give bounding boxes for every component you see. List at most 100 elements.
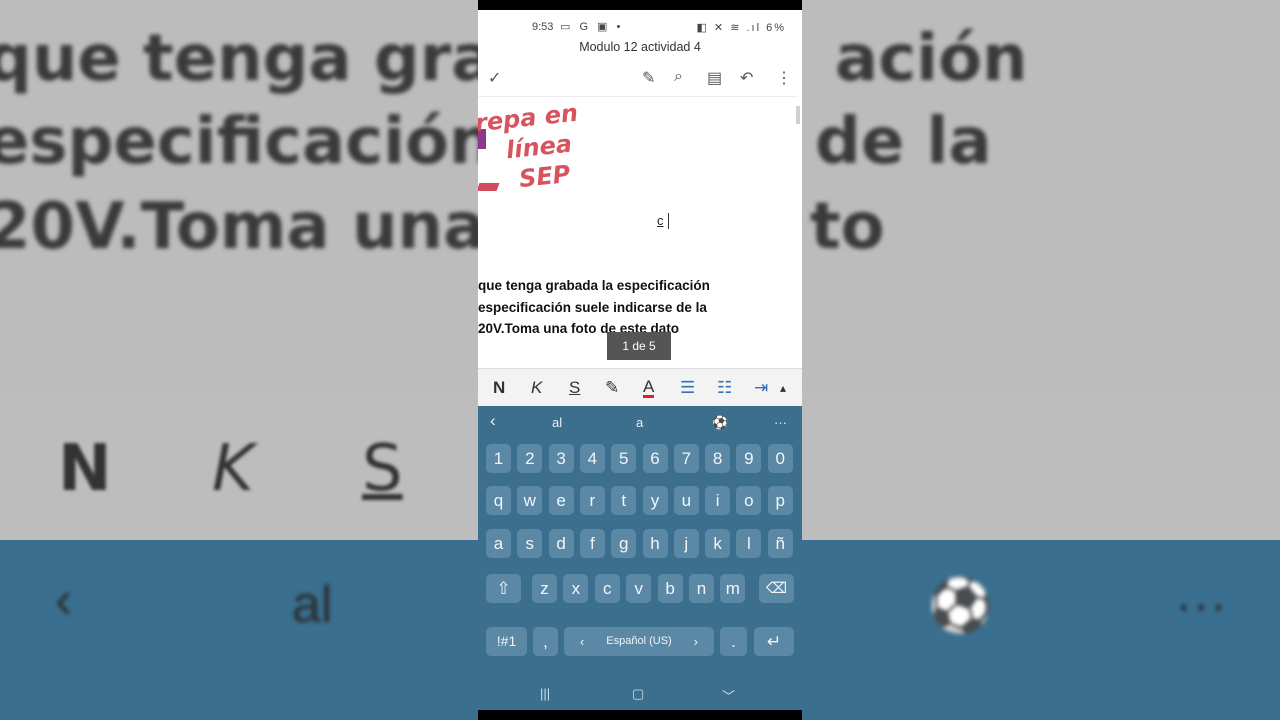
key-v[interactable]: v	[626, 574, 652, 603]
key-q[interactable]: q	[486, 486, 511, 515]
key-n[interactable]: n	[689, 574, 714, 603]
key-s[interactable]: s	[517, 529, 543, 558]
font-color-button[interactable]: A	[643, 378, 655, 398]
key-0[interactable]: 0	[767, 444, 793, 473]
key-z[interactable]: z	[532, 574, 557, 603]
bullets-icon[interactable]: ☰	[680, 378, 695, 398]
key-9[interactable]: 9	[736, 444, 762, 473]
status-right-icons: ◧ ✕ ≋ .ıl 6%	[696, 21, 786, 34]
battery-percent: 6%	[766, 22, 786, 34]
editor-toolbar: ✓ ✎ ⌕ ▤ ↶ ⋮	[478, 64, 802, 94]
key-8[interactable]: 8	[705, 444, 731, 473]
background-italic: K	[212, 432, 254, 506]
reader-icon[interactable]: ▤	[707, 68, 722, 88]
key-f[interactable]: f	[579, 529, 605, 558]
key-i[interactable]: i	[705, 486, 731, 515]
text-caret	[668, 213, 669, 229]
key-2[interactable]: 2	[517, 444, 543, 473]
key-o[interactable]: o	[736, 486, 762, 515]
document-title: Modulo 12 actividad 4	[579, 40, 701, 54]
key-m[interactable]: m	[720, 574, 746, 603]
search-icon[interactable]: ⌕	[674, 68, 683, 86]
phone-screen: 9:53 ▭ G ▣ • ◧ ✕ ≋ .ıl 6% Modulo 12 acti…	[478, 10, 802, 710]
highlight-icon[interactable]: ✎	[605, 378, 619, 398]
key-e[interactable]: e	[548, 486, 574, 515]
key-h[interactable]: h	[642, 529, 668, 558]
keyboard: ‹ al a ⚽ ··· 1234567890 qwertyuiop asdfg…	[478, 406, 802, 710]
key-3[interactable]: 3	[548, 444, 574, 473]
prepa-en-linea-logo: repa en línea SEP	[478, 98, 586, 199]
background-underline: S	[362, 432, 403, 506]
comma-key[interactable]: ,	[533, 627, 558, 656]
recents-icon[interactable]: |||	[540, 686, 550, 701]
key-1[interactable]: 1	[486, 444, 511, 473]
suggestion-a[interactable]: a	[636, 415, 643, 430]
key-ñ[interactable]: ñ	[767, 529, 793, 558]
vertical-scrollbar[interactable]	[796, 106, 800, 124]
back-icon[interactable]: ‹	[490, 411, 496, 431]
key-l[interactable]: l	[736, 529, 762, 558]
space-left-icon: ‹	[580, 634, 585, 649]
key-b[interactable]: b	[657, 574, 683, 603]
background-bold: N	[58, 432, 112, 506]
enter-key[interactable]: ↵	[754, 627, 794, 656]
key-w[interactable]: w	[517, 486, 543, 515]
typed-character: c	[657, 213, 664, 228]
more-icon[interactable]: ⋮	[776, 68, 792, 88]
status-left-icons: ▭ G ▣ •	[560, 21, 624, 33]
indent-icon[interactable]: ⇥	[754, 378, 768, 398]
background-text-fragment: to	[810, 190, 885, 264]
key-r[interactable]: r	[579, 486, 605, 515]
navigation-bar: ||| ▢ ﹀	[478, 680, 802, 710]
text-line: especificación suele indicarse de la	[478, 299, 707, 315]
background-emoji: ⚽	[928, 577, 993, 635]
bold-button[interactable]: N	[493, 378, 505, 398]
pen-icon[interactable]: ✎	[642, 68, 655, 88]
background-more: ···	[1175, 576, 1227, 634]
italic-button[interactable]: K	[531, 378, 542, 398]
key-u[interactable]: u	[673, 486, 699, 515]
key-k[interactable]: k	[705, 529, 731, 558]
key-d[interactable]: d	[548, 529, 574, 558]
key-a[interactable]: a	[486, 529, 511, 558]
expand-icon[interactable]: ▴	[780, 381, 786, 395]
space-label: Español (US)	[606, 635, 672, 647]
background-suggestion: al	[292, 576, 333, 634]
numbering-icon[interactable]: ☷	[717, 378, 732, 398]
status-signal-icons: ◧ ✕ ≋ .ıl	[696, 22, 762, 34]
key-4[interactable]: 4	[579, 444, 605, 473]
period-key[interactable]: .	[720, 627, 747, 656]
home-icon[interactable]: ▢	[632, 686, 644, 702]
key-c[interactable]: c	[594, 574, 620, 603]
key-j[interactable]: j	[673, 529, 699, 558]
format-bar: N K S ✎ A ☰ ☷ ⇥ ▴	[478, 368, 802, 406]
document-page[interactable]: repa en línea SEP c que tenga grabada la…	[478, 96, 798, 369]
background-back-icon: ‹	[55, 571, 73, 629]
symbols-key[interactable]: !#1	[486, 627, 527, 656]
key-y[interactable]: y	[642, 486, 668, 515]
key-6[interactable]: 6	[642, 444, 668, 473]
text-line: que tenga grabada la especificación	[478, 278, 710, 293]
backspace-key[interactable]: ⌫	[759, 574, 794, 603]
underline-button[interactable]: S	[569, 378, 580, 398]
background-text-fragment: ación	[835, 22, 1028, 96]
more-options-icon[interactable]: ···	[774, 415, 787, 430]
bottom-black-bar	[478, 710, 802, 720]
emoji-icon[interactable]: ⚽	[712, 415, 728, 431]
space-key[interactable]: ‹ Español (US) ›	[564, 627, 714, 656]
key-g[interactable]: g	[611, 529, 637, 558]
key-t[interactable]: t	[611, 486, 637, 515]
status-time: 9:53	[532, 21, 554, 33]
status-bar: 9:53 ▭ G ▣ • ◧ ✕ ≋ .ıl 6%	[478, 10, 802, 44]
key-p[interactable]: p	[767, 486, 793, 515]
key-7[interactable]: 7	[673, 444, 699, 473]
undo-icon[interactable]: ↶	[740, 68, 753, 88]
document-body-text[interactable]: que tenga grabada la especificación espe…	[478, 275, 778, 340]
suggestion-al[interactable]: al	[552, 415, 562, 430]
hide-keyboard-icon[interactable]: ﹀	[722, 686, 735, 705]
check-icon[interactable]: ✓	[488, 68, 501, 88]
top-black-bar	[478, 0, 802, 10]
key-x[interactable]: x	[563, 574, 589, 603]
shift-key[interactable]: ⇧	[486, 574, 521, 603]
key-5[interactable]: 5	[611, 444, 637, 473]
